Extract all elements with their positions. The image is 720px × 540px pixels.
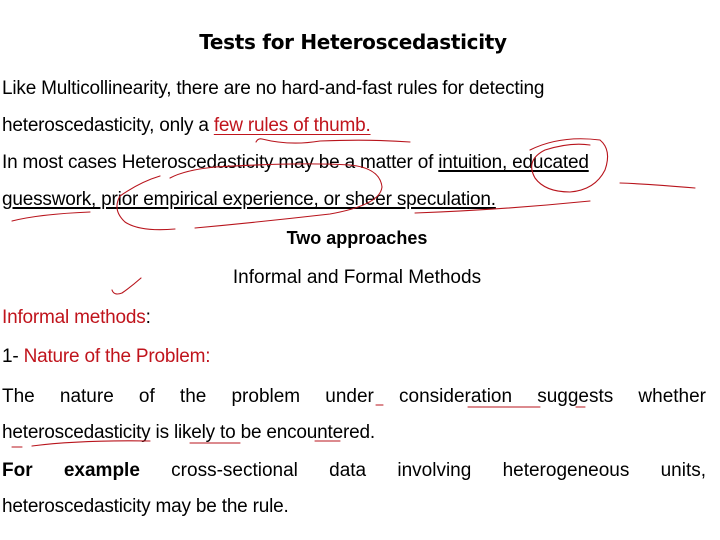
annotation-underline-educated — [619, 182, 696, 189]
section-label: Informal methods: — [2, 307, 151, 329]
item1-body-line2: heteroscedasticity is likely to be encou… — [2, 422, 375, 443]
paragraph1-line2: heteroscedasticity, only a few rules of … — [2, 115, 371, 137]
example-line1: For example cross-sectional data involvi… — [2, 460, 706, 482]
item1-label: Nature of the Problem: — [23, 346, 211, 367]
paragraph2-line1: In most cases Heteroscedasticity may be … — [2, 152, 589, 174]
item1-heading: 1- Nature of the Problem: — [2, 346, 211, 368]
section-label-colon: : — [145, 307, 151, 328]
section-label-text: Informal methods — [2, 307, 146, 328]
example-line2: heteroscedasticity may be the rule. — [2, 496, 289, 517]
subheading-two-approaches: Two approaches — [286, 228, 428, 248]
item1-body-line1: The nature of the problem under consider… — [2, 386, 706, 407]
item1-number: 1- — [2, 346, 24, 367]
paragraph1-line1: Like Multicollinearity, there are no har… — [2, 78, 545, 99]
paragraph2-line2: guesswork, prior empirical experience, o… — [2, 189, 496, 211]
slide-title: Tests for Heteroscedasticity — [199, 30, 507, 54]
rules-of-thumb-highlight: few rules of thumb. — [213, 115, 371, 136]
annotation-underline-guesswork — [11, 211, 91, 222]
slide: Tests for Heteroscedasticity Like Multic… — [0, 0, 720, 540]
paragraph2-underlined-text-2: guesswork, prior empirical experience, o… — [2, 189, 496, 210]
example-bold-prefix: For example — [2, 460, 140, 481]
example-line1-rest: cross-sectional data involving heterogen… — [139, 460, 707, 481]
paragraph2-underlined-text: intuition, educated — [438, 152, 589, 173]
subtitle-methods: Informal and Formal Methods — [232, 267, 482, 288]
annotation-underline-rules — [255, 138, 411, 144]
paragraph2-line1-prefix: In most cases Heteroscedasticity may be … — [2, 152, 439, 173]
paragraph1-line2-prefix: heteroscedasticity, only a — [2, 115, 214, 136]
